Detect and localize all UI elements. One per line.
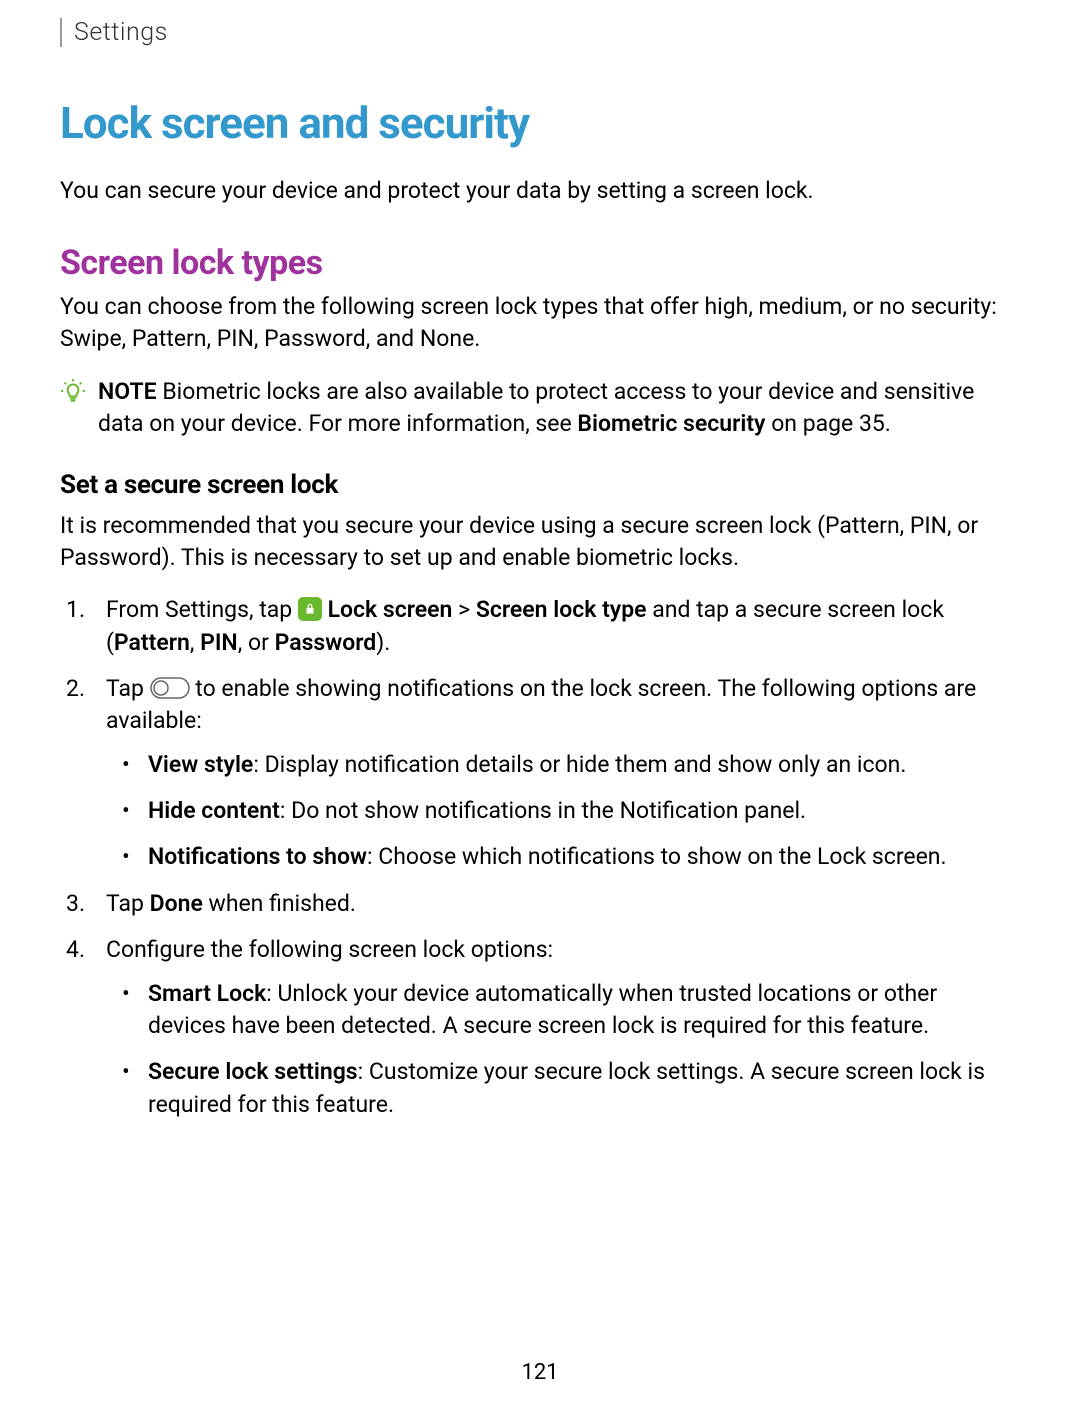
breadcrumb: Settings bbox=[60, 18, 1020, 47]
option-smart-lock: Smart Lock: Unlock your device automatic… bbox=[144, 978, 1020, 1042]
page-title: Lock screen and security bbox=[60, 97, 1020, 149]
step-1: From Settings, tap Lock screen > Screen … bbox=[98, 594, 1020, 658]
note-text: NOTE Biometric locks are also available … bbox=[98, 376, 1020, 440]
step-3: Tap Done when finished. bbox=[98, 888, 1020, 920]
step-2: Tap to enable showing notifications on t… bbox=[98, 673, 1020, 874]
step-4: Configure the following screen lock opti… bbox=[98, 934, 1020, 1121]
section-body-screen-lock-types: You can choose from the following screen… bbox=[60, 291, 1020, 355]
option-view-style: View style: Display notification details… bbox=[144, 749, 1020, 781]
lock-icon bbox=[298, 597, 322, 621]
option-secure-lock-settings: Secure lock settings: Customize your sec… bbox=[144, 1056, 1020, 1120]
option-notifications-to-show: Notifications to show: Choose which noti… bbox=[144, 841, 1020, 873]
section-heading-screen-lock-types: Screen lock types bbox=[60, 243, 1020, 283]
subsection-heading-set-secure-lock: Set a secure screen lock bbox=[60, 470, 1020, 500]
page-number: 121 bbox=[0, 1360, 1080, 1385]
note-block: NOTE Biometric locks are also available … bbox=[60, 376, 1020, 440]
biometric-security-link[interactable]: Biometric security bbox=[577, 410, 765, 437]
steps-list: From Settings, tap Lock screen > Screen … bbox=[98, 594, 1020, 1120]
option-hide-content: Hide content: Do not show notifications … bbox=[144, 795, 1020, 827]
note-label: NOTE bbox=[98, 378, 157, 405]
step-2-options: View style: Display notification details… bbox=[144, 749, 1020, 874]
step-4-options: Smart Lock: Unlock your device automatic… bbox=[144, 978, 1020, 1121]
subsection-body-set-secure-lock: It is recommended that you secure your d… bbox=[60, 510, 1020, 574]
intro-text: You can secure your device and protect y… bbox=[60, 175, 1020, 207]
lightbulb-icon bbox=[60, 378, 86, 408]
toggle-icon bbox=[150, 677, 190, 699]
